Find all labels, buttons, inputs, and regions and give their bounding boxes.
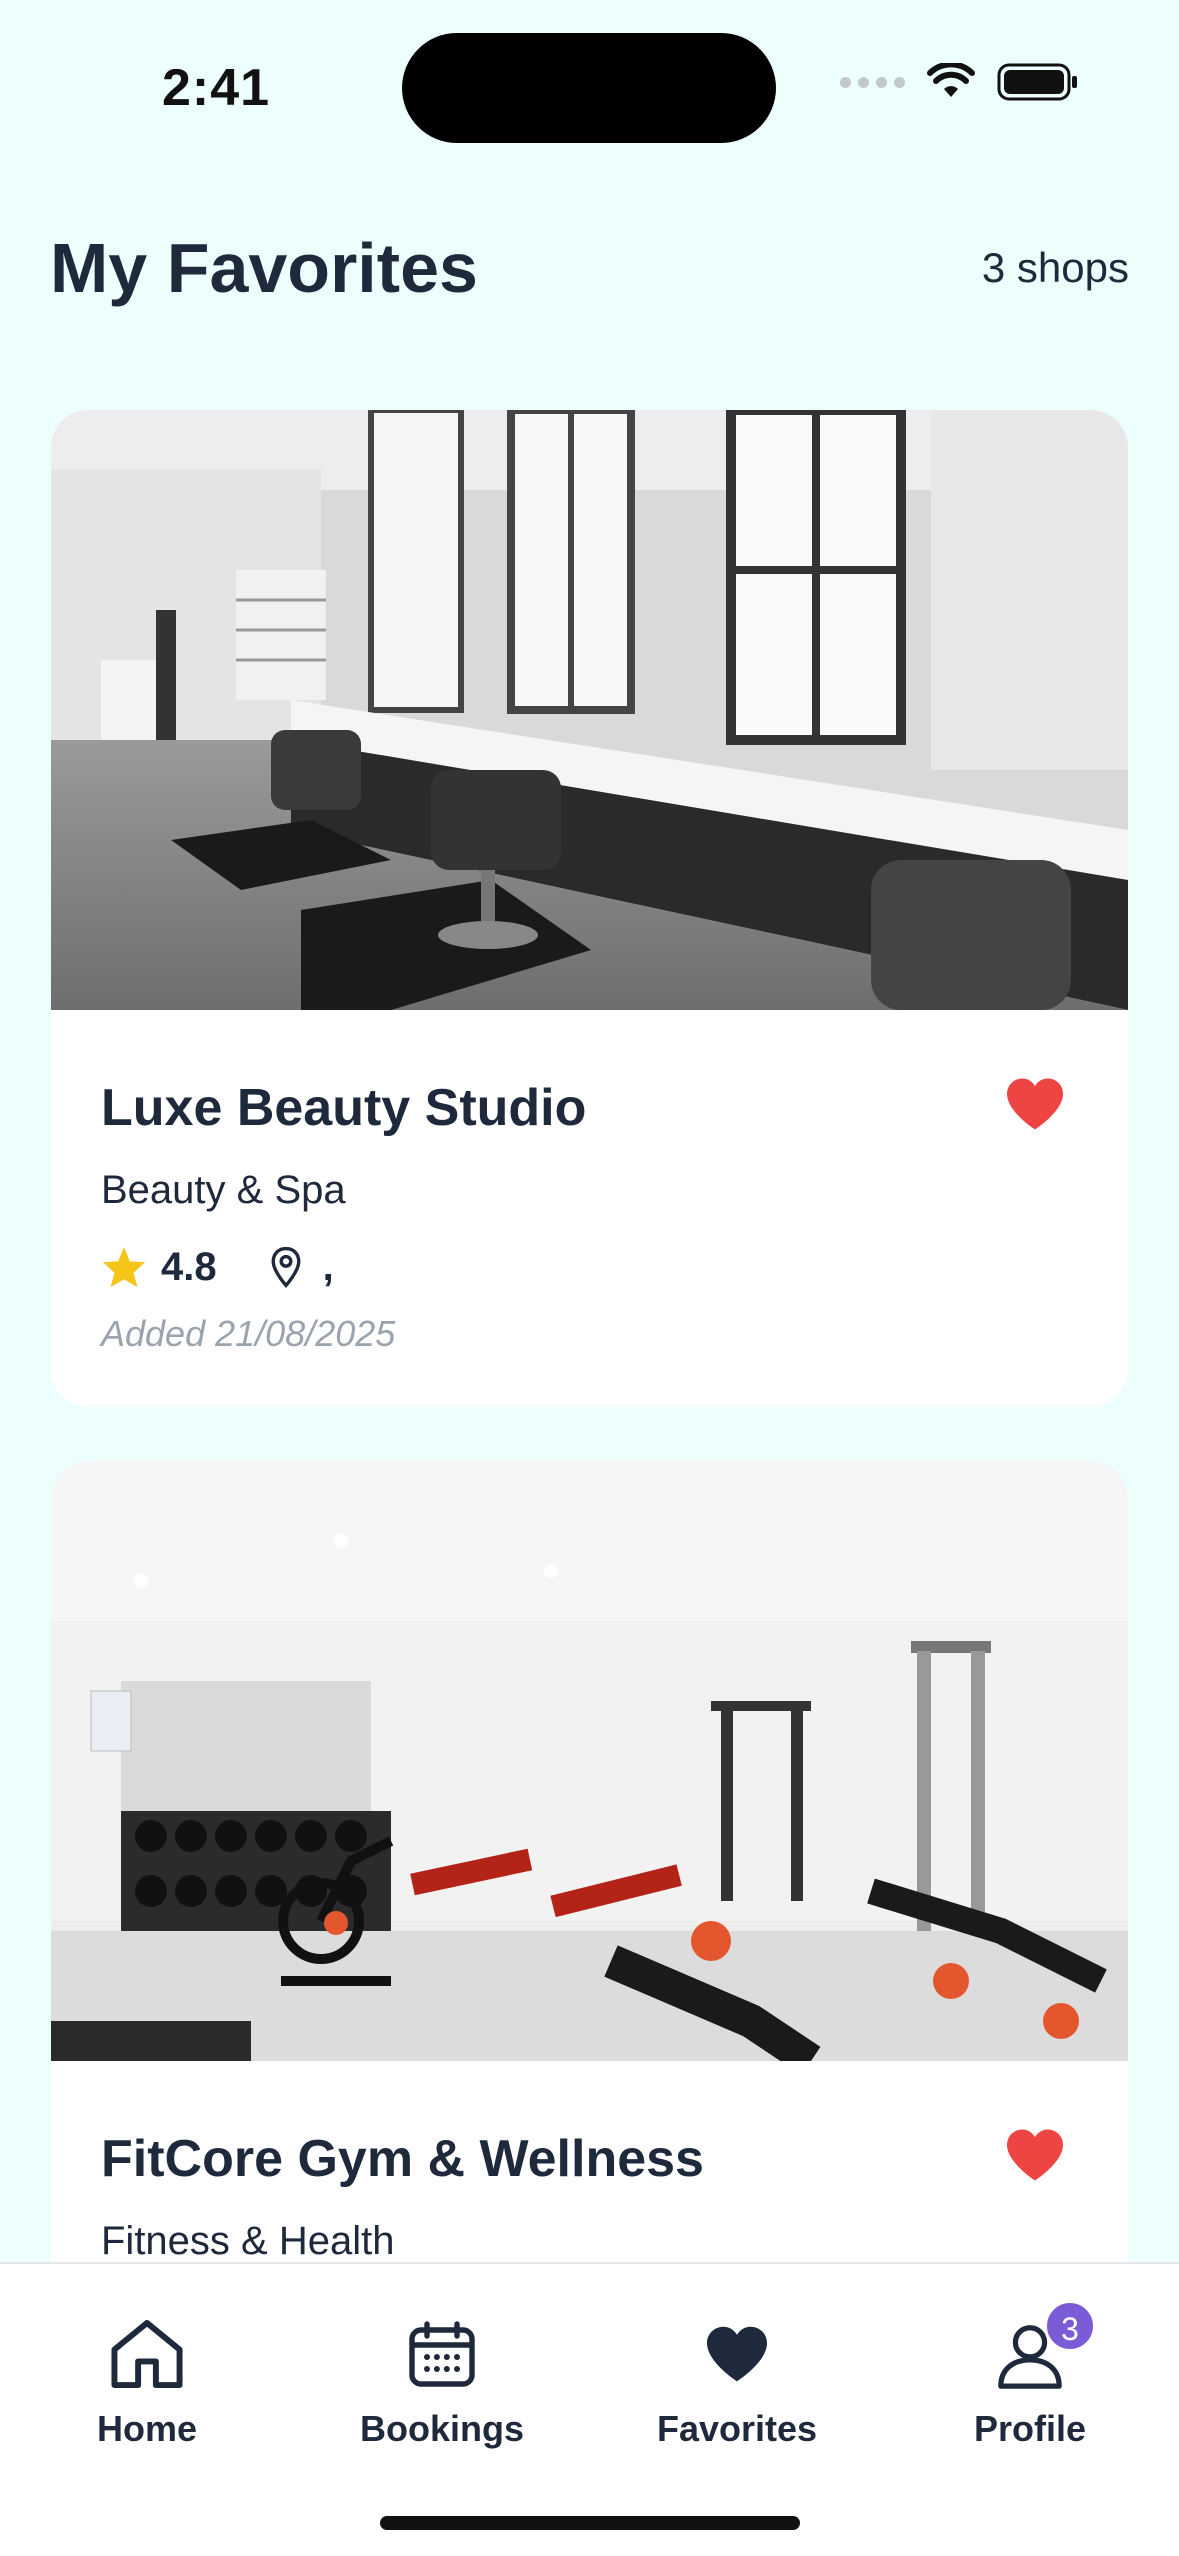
shop-name: Luxe Beauty Studio xyxy=(101,1079,587,1137)
notification-badge: 3 xyxy=(1044,2300,1096,2352)
rating-value: 4.8 xyxy=(161,1244,217,1289)
nav-bookings[interactable]: Bookings xyxy=(332,2314,552,2450)
nav-favorites[interactable]: Favorites xyxy=(627,2314,847,2450)
salon-interior-photo xyxy=(51,410,1128,1010)
meta-row: 4.8 , xyxy=(101,1241,1078,1293)
nav-label: Bookings xyxy=(359,2408,524,2449)
status-time: 2:41 xyxy=(162,59,271,117)
home-icon xyxy=(111,2319,183,2389)
heart-icon[interactable] xyxy=(1004,1076,1066,1132)
cellular-signal-icon xyxy=(840,76,905,88)
bottom-nav: Home Bookings Favorites 3 Profile xyxy=(0,2262,1179,2556)
battery-icon xyxy=(997,63,1077,101)
card-body: Luxe Beauty Studio Beauty & Spa 4.8 , Ad… xyxy=(51,1010,1128,1355)
shop-category: Beauty & Spa xyxy=(101,1168,346,1212)
status-icons xyxy=(840,62,1079,102)
nav-profile[interactable]: 3 Profile xyxy=(920,2300,1140,2450)
nav-label: Home xyxy=(96,2408,198,2449)
wifi-icon xyxy=(927,63,975,97)
nav-home[interactable]: Home xyxy=(37,2314,257,2450)
card-body: FitCore Gym & Wellness Fitness & Health xyxy=(51,2061,1128,2264)
gym-interior-photo xyxy=(51,1461,1128,2061)
dynamic-island xyxy=(402,33,776,143)
shop-name: FitCore Gym & Wellness xyxy=(101,2130,704,2188)
heart-icon xyxy=(707,2326,767,2382)
shop-category: Fitness & Health xyxy=(101,2219,395,2263)
status-bar: 2:41 xyxy=(0,0,1179,170)
page-title: My Favorites xyxy=(50,229,478,307)
star-icon xyxy=(102,1246,146,1288)
shop-count: 3 shops xyxy=(981,244,1129,291)
added-date: Added 21/08/2025 xyxy=(101,1313,396,1354)
location-text: , xyxy=(322,1244,334,1289)
home-indicator xyxy=(380,2516,800,2530)
location-pin-icon xyxy=(271,1246,301,1288)
nav-label: Favorites xyxy=(656,2408,818,2449)
favorite-card[interactable]: Luxe Beauty Studio Beauty & Spa 4.8 , Ad… xyxy=(51,410,1128,1407)
heart-icon[interactable] xyxy=(1004,2127,1066,2183)
nav-label: Profile xyxy=(973,2408,1087,2449)
favorite-card[interactable]: FitCore Gym & Wellness Fitness & Health xyxy=(51,1461,1128,2361)
calendar-icon xyxy=(409,2321,475,2387)
